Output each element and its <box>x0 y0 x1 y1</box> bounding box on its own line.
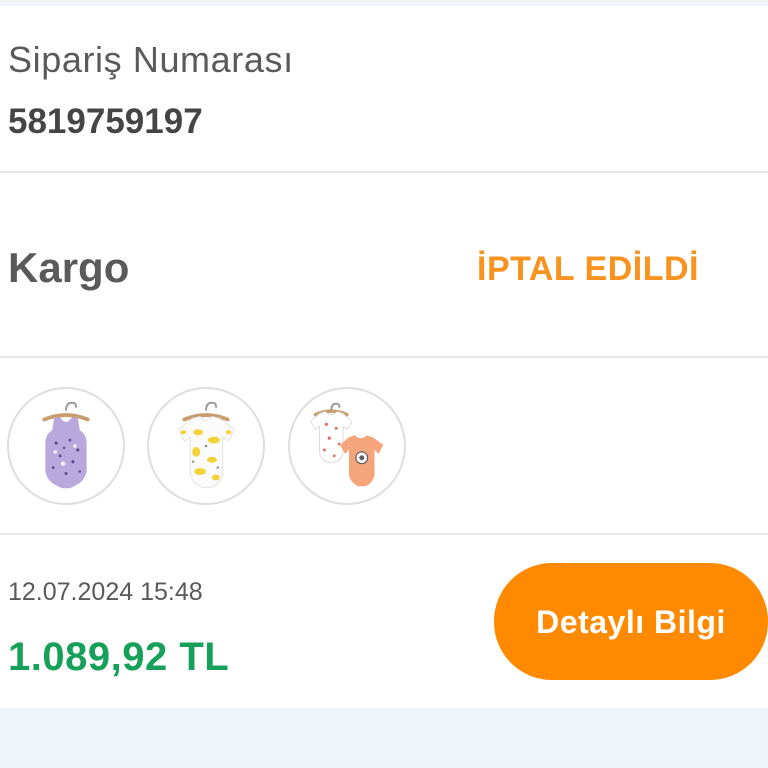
order-number-label: Sipariş Numarası <box>8 39 294 80</box>
two-bodysuit-set-icon <box>310 402 384 487</box>
divider <box>0 533 768 535</box>
details-button-label: Detaylı Bilgi <box>536 603 726 640</box>
divider <box>0 171 768 173</box>
product-thumbnail[interactable] <box>288 387 406 505</box>
shipping-label: Kargo <box>8 244 130 291</box>
purple-sleeveless-bodysuit-icon <box>42 401 90 489</box>
product-thumbnail[interactable] <box>7 387 125 505</box>
order-number-value: 5819759197 <box>8 102 203 141</box>
order-date: 12.07.2024 15:48 <box>8 578 203 606</box>
product-thumbnail[interactable] <box>147 387 265 505</box>
giraffe-print-bodysuit-icon <box>177 401 236 488</box>
order-status-badge: İPTAL EDİLDİ <box>477 250 699 288</box>
details-button[interactable]: Detaylı Bilgi <box>494 563 768 680</box>
bottom-background-strip <box>0 708 768 768</box>
order-total-price: 1.089,92 TL <box>8 635 230 679</box>
divider <box>0 356 768 358</box>
